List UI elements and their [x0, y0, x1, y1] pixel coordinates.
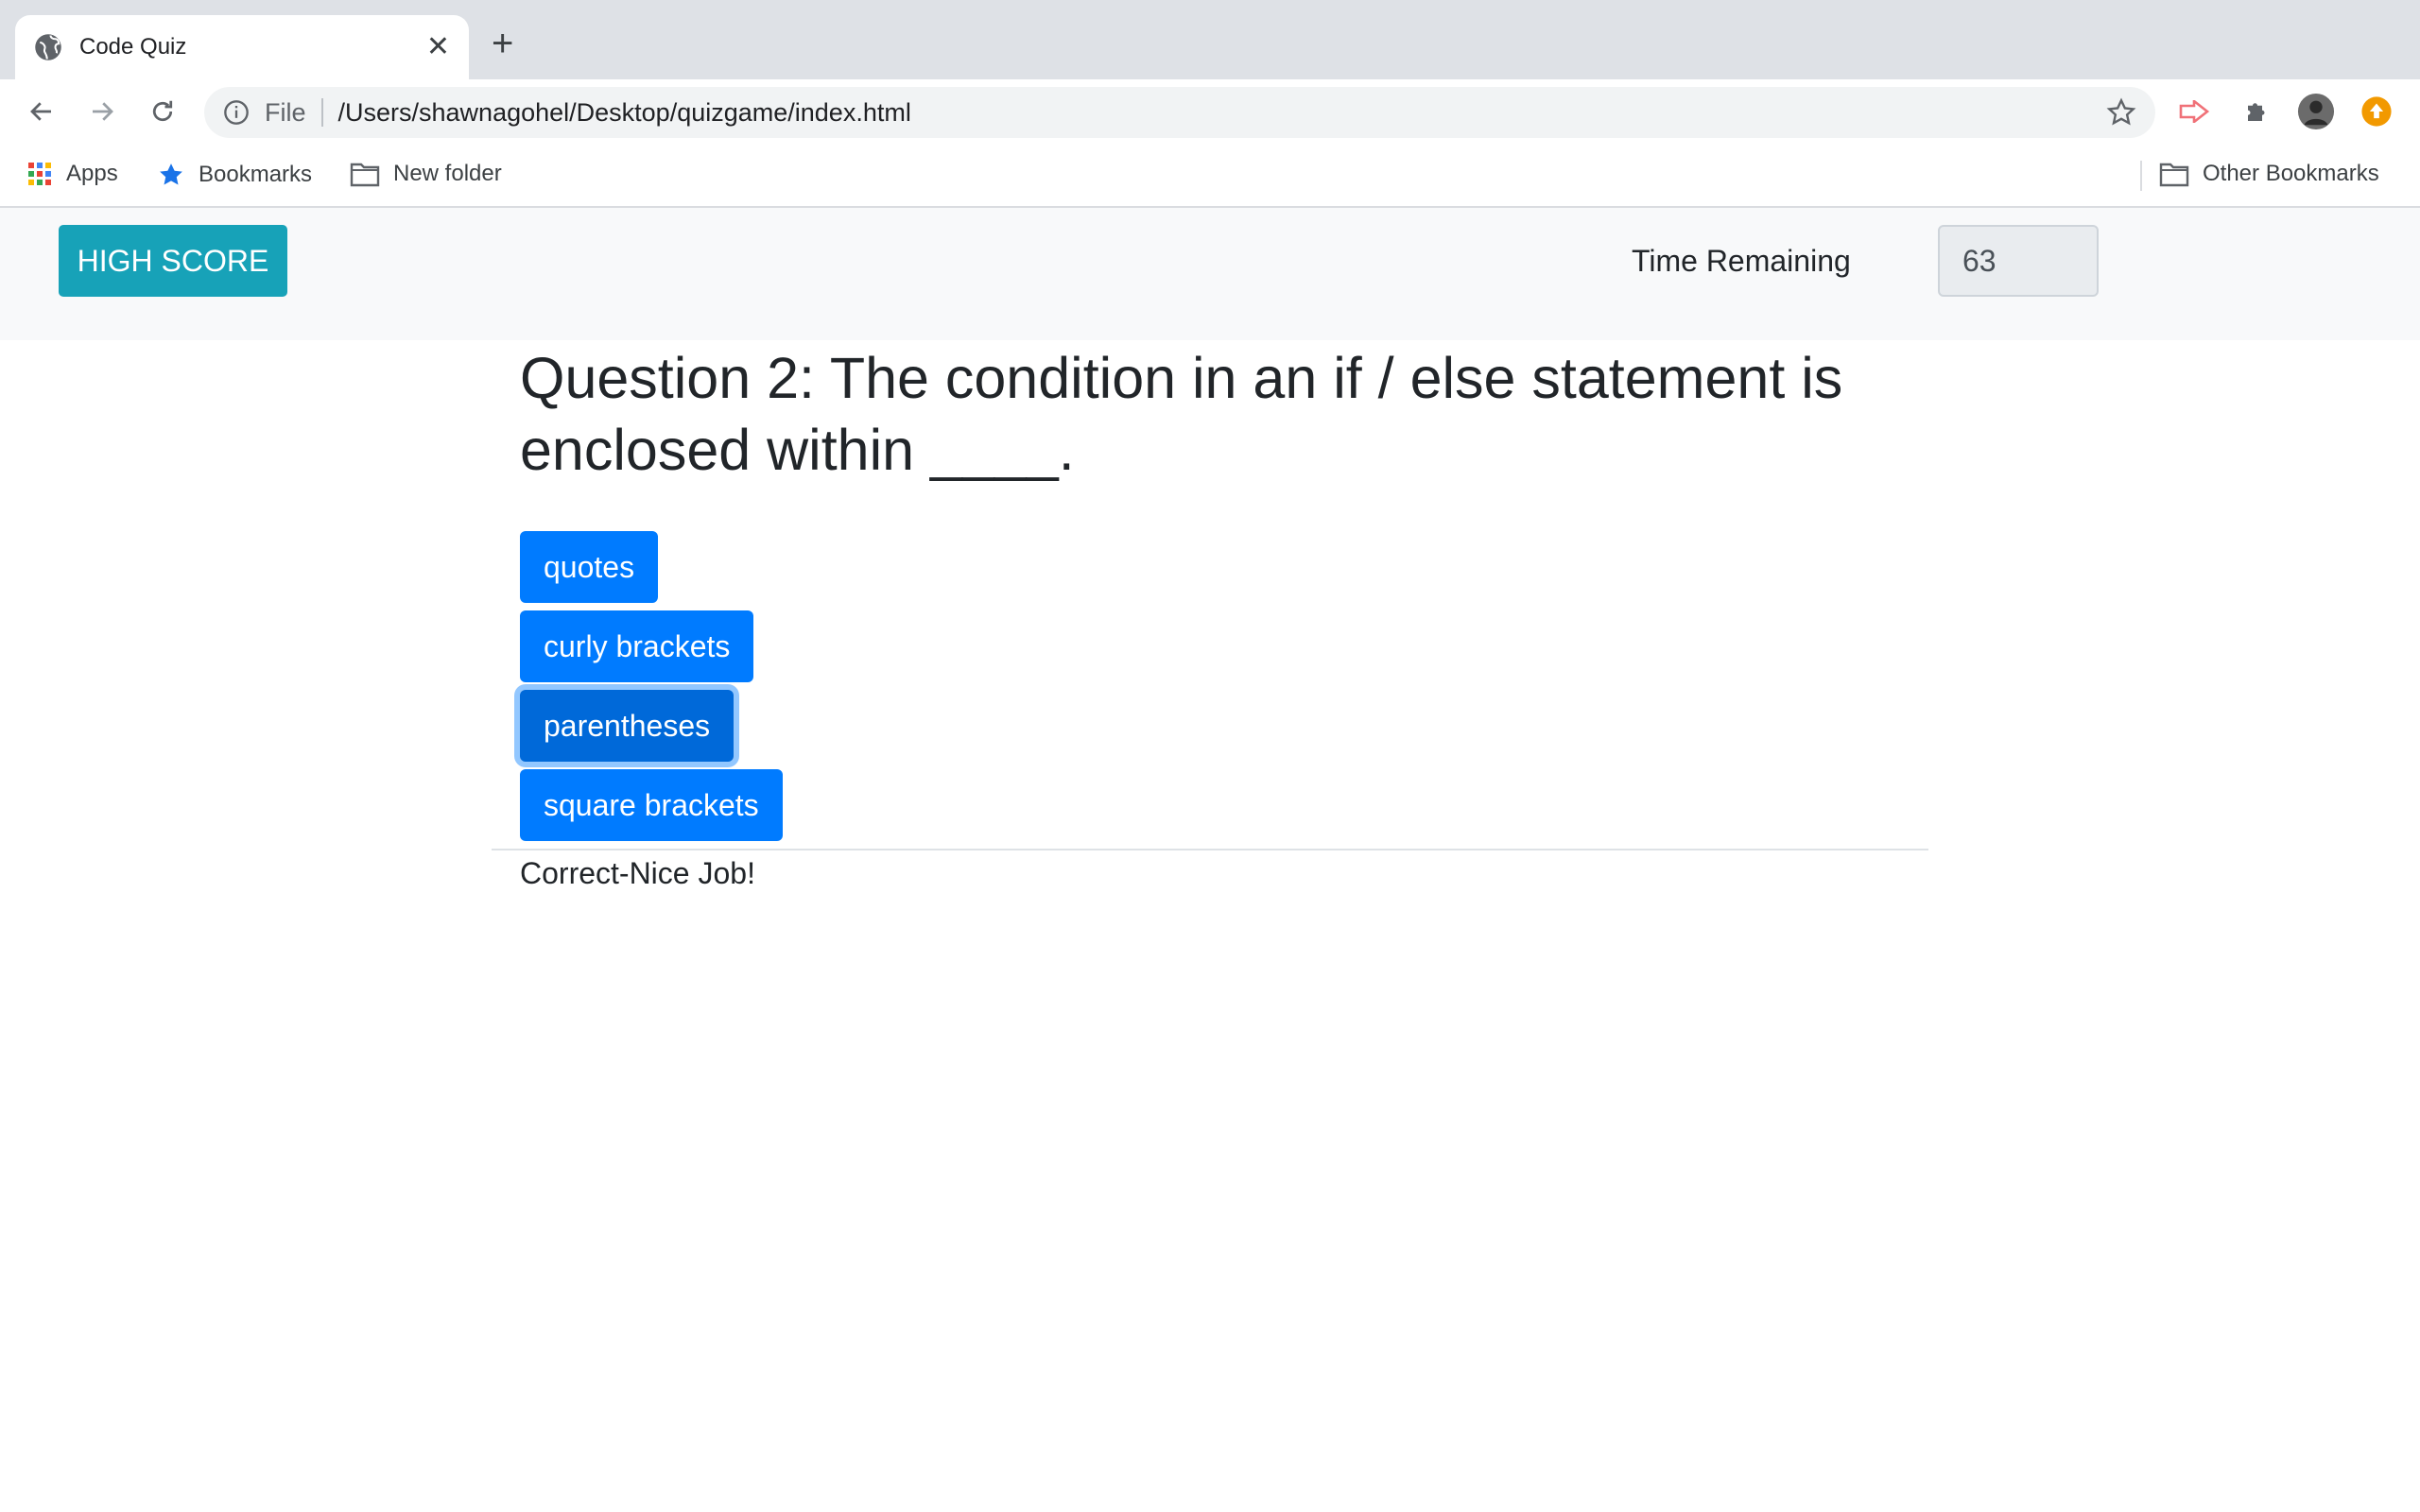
tab-close-icon[interactable]: ✕: [426, 33, 450, 61]
bookmark-new-folder-label: New folder: [393, 161, 502, 186]
url-text[interactable]: /Users/shawnagohel/Desktop/quizgame/inde…: [338, 98, 2106, 128]
bookmarks-divider: [2140, 161, 2142, 191]
folder-icon: [350, 163, 380, 187]
reload-icon[interactable]: [144, 93, 182, 130]
feedback-divider: [492, 849, 1928, 850]
star-icon: [160, 163, 182, 185]
omnibox-separator: [320, 98, 323, 127]
bookmark-apps[interactable]: Apps: [26, 161, 118, 187]
answer-button-square-brackets[interactable]: square brackets: [520, 769, 783, 841]
forward-arrow-icon[interactable]: [83, 93, 121, 130]
folder-icon: [2159, 163, 2189, 187]
answer-button-quotes[interactable]: quotes: [520, 531, 659, 603]
other-bookmarks-label: Other Bookmarks: [2203, 161, 2379, 186]
tab-strip: Code Quiz ✕ +: [0, 0, 2420, 79]
time-remaining-value: 63: [1938, 225, 2099, 297]
bookmarks-bar: Apps Bookmarks New folder Other Bookmark…: [0, 144, 2420, 208]
answer-button-parentheses[interactable]: parentheses: [520, 690, 735, 762]
info-icon[interactable]: [223, 99, 250, 126]
bookmark-other-bookmarks[interactable]: Other Bookmarks: [2159, 161, 2379, 187]
url-scheme: File: [265, 97, 306, 127]
answer-button-curly-brackets[interactable]: curly brackets: [520, 610, 754, 682]
back-arrow-icon[interactable]: [23, 93, 60, 130]
extensions-puzzle-icon[interactable]: [2238, 93, 2276, 130]
globe-icon: [35, 34, 61, 60]
browser-toolbar: File /Users/shawnagohel/Desktop/quizgame…: [0, 79, 2420, 144]
feedback-text: Correct-Nice Job!: [520, 856, 755, 890]
bookmark-apps-label: Apps: [66, 161, 118, 186]
time-remaining-label: Time Remaining: [1632, 244, 1851, 278]
address-bar[interactable]: File /Users/shawnagohel/Desktop/quizgame…: [204, 87, 2155, 138]
bookmark-bookmarks[interactable]: Bookmarks: [157, 161, 312, 189]
apps-grid-icon: [28, 163, 51, 185]
bookmark-bookmarks-label: Bookmarks: [199, 162, 313, 187]
update-icon[interactable]: [2358, 93, 2395, 130]
tab-title: Code Quiz: [79, 34, 187, 60]
bookmark-star-icon[interactable]: [2106, 97, 2136, 128]
bookmark-new-folder[interactable]: New folder: [350, 161, 502, 187]
new-tab-button[interactable]: +: [492, 25, 513, 62]
quiz-navbar: HIGH SCORE Time Remaining 63: [0, 208, 2420, 340]
question-text: Question 2: The condition in an if / els…: [520, 346, 1843, 482]
tab-code-quiz[interactable]: Code Quiz ✕: [15, 15, 469, 79]
extension-arrow-icon[interactable]: [2176, 93, 2214, 130]
profile-avatar[interactable]: [2297, 93, 2335, 130]
high-score-button[interactable]: HIGH SCORE: [59, 225, 287, 297]
